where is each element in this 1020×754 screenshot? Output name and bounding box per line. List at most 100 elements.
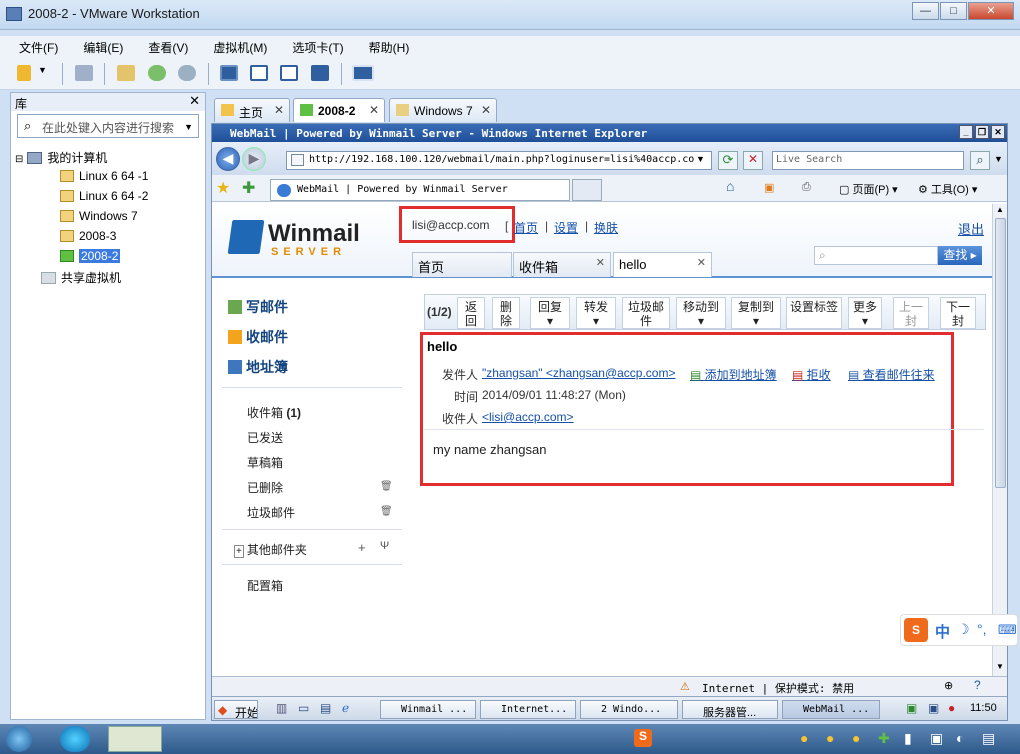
chevron-down-icon[interactable]: ▼: [38, 65, 48, 81]
ie-minimize-button[interactable]: _: [959, 125, 973, 139]
forward-button[interactable]: ▶: [242, 147, 266, 171]
thumbnail-view-icon[interactable]: [352, 65, 374, 81]
delete-button[interactable]: 删除: [492, 297, 520, 329]
folder-deleted[interactable]: 已删除: [247, 479, 283, 496]
tray-icon[interactable]: ▮: [904, 730, 912, 747]
home-link[interactable]: 首页: [514, 219, 538, 236]
forward-button[interactable]: 转发 ▾: [576, 297, 616, 329]
favorites-star-icon[interactable]: ★: [216, 178, 230, 198]
folder-inbox[interactable]: 收件箱 (1): [247, 404, 301, 421]
add-favorite-icon[interactable]: ✚: [242, 178, 255, 198]
tab-hello[interactable]: hello ✕: [613, 252, 712, 277]
expand-icon[interactable]: +: [234, 545, 244, 558]
new-tab-button[interactable]: [572, 179, 602, 201]
add-to-addressbook-link[interactable]: ▤ 添加到地址簿: [690, 366, 777, 383]
trash-icon[interactable]: 🗑: [380, 506, 393, 517]
close-icon[interactable]: ✕: [697, 256, 706, 269]
punctuation-icon[interactable]: °,: [977, 621, 987, 637]
addressbook-link[interactable]: 地址簿: [228, 357, 288, 377]
more-button[interactable]: 更多 ▾: [848, 297, 882, 329]
revert-icon[interactable]: [148, 65, 166, 81]
from-address[interactable]: "zhangsan" <zhangsan@accp.com>: [482, 366, 676, 380]
ie-quick-icon[interactable]: ℯ: [342, 701, 349, 715]
tree-vm-item[interactable]: Linux 6 64 -2: [60, 189, 148, 203]
view-thread-link[interactable]: ▤ 查看邮件往来: [848, 366, 935, 383]
close-icon[interactable]: ✕: [596, 256, 605, 269]
compose-link[interactable]: 写邮件: [228, 297, 288, 317]
menu-vm[interactable]: 虚拟机(M): [194, 36, 273, 56]
menu-tabs[interactable]: 选项卡(T): [273, 36, 349, 56]
help-icon[interactable]: ?: [974, 678, 981, 692]
host-app-icon[interactable]: [108, 726, 162, 752]
menu-help[interactable]: 帮助(H): [350, 36, 416, 56]
prev-message-button[interactable]: 上一封: [893, 297, 929, 329]
copy-to-button[interactable]: 复制到 ▾: [731, 297, 781, 329]
ie-close-button[interactable]: ✕: [991, 125, 1005, 139]
ime-toolbar[interactable]: S 中 ☽ °, ⌨: [900, 614, 1018, 646]
taskbar-internet[interactable]: Internet...: [480, 700, 576, 719]
fullscreen-icon[interactable]: [280, 65, 298, 81]
page-menu[interactable]: ▢ 页面(P) ▾: [839, 181, 898, 197]
folder-drafts[interactable]: 草稿箱: [247, 454, 283, 471]
qq-icon[interactable]: ●: [852, 730, 860, 746]
keyboard-icon[interactable]: ⌨: [998, 622, 1017, 638]
receive-link[interactable]: 收邮件: [228, 327, 288, 347]
half-width-icon[interactable]: ☽: [957, 621, 970, 638]
address-bar[interactable]: http://192.168.100.120/webmail/main.php?…: [286, 151, 712, 170]
next-message-button[interactable]: 下一封: [940, 297, 976, 329]
server-manager-quick-icon[interactable]: ▥: [276, 701, 287, 715]
qq-icon[interactable]: ●: [826, 730, 834, 746]
taskbar-winmail[interactable]: Winmail ...: [380, 700, 476, 719]
back-button[interactable]: ◀: [216, 147, 240, 171]
move-to-button[interactable]: 移动到 ▾: [676, 297, 726, 329]
back-button[interactable]: 返回: [457, 297, 485, 329]
ie-page-tab[interactable]: WebMail | Powered by Winmail Server: [270, 179, 570, 201]
menu-file[interactable]: 文件(F): [0, 36, 64, 56]
stop-icon[interactable]: ✕: [743, 151, 763, 170]
tree-vm-item[interactable]: Windows 7: [60, 209, 138, 223]
taskbar-server-manager[interactable]: 服务器管...: [682, 700, 778, 719]
menu-edit[interactable]: 编辑(E): [64, 36, 129, 56]
close-icon[interactable]: ✕: [274, 103, 284, 117]
spam-button[interactable]: 垃圾邮件: [622, 297, 670, 329]
ie-restore-button[interactable]: ❐: [975, 125, 989, 139]
scroll-down-icon[interactable]: ▼: [996, 662, 1004, 671]
chevron-down-icon[interactable]: ▼: [994, 154, 1003, 164]
search-icon[interactable]: ⌕: [970, 151, 990, 170]
trash-icon[interactable]: 🗑: [380, 481, 393, 492]
tree-vm-item-selected[interactable]: 2008-2: [60, 249, 121, 263]
skin-link[interactable]: 换肤: [594, 219, 618, 236]
close-icon[interactable]: ✕: [481, 103, 491, 117]
tray-icon[interactable]: ✚: [878, 730, 890, 747]
tray-icon[interactable]: ▤: [982, 730, 995, 747]
reject-link[interactable]: ▤ 拒收: [792, 366, 831, 383]
sogou-tray-icon[interactable]: S: [634, 729, 652, 747]
settings-link[interactable]: 设置: [554, 219, 578, 236]
feeds-icon[interactable]: ▣: [764, 181, 774, 194]
tray-alert-icon[interactable]: ●: [948, 701, 955, 715]
manage-folder-icon[interactable]: Ψ: [380, 540, 389, 552]
tab-inbox[interactable]: 收件箱 ✕: [513, 252, 611, 277]
tools-menu[interactable]: ⚙ 工具(O) ▾: [918, 181, 977, 197]
host-start-orb-icon[interactable]: [6, 726, 32, 752]
chevron-down-icon[interactable]: ▼: [184, 122, 193, 132]
zoom-icon[interactable]: ⊕: [944, 679, 953, 692]
tray-display-icon[interactable]: ▣: [928, 701, 939, 715]
folder-spam[interactable]: 垃圾邮件: [247, 504, 295, 521]
menu-view[interactable]: 查看(V): [129, 36, 194, 56]
volume-icon[interactable]: ◐: [956, 730, 964, 746]
explorer-quick-icon[interactable]: ▤: [320, 701, 331, 715]
set-label-button[interactable]: 设置标签: [786, 297, 842, 329]
taskbar-windows-group[interactable]: 2 Windo...: [580, 700, 678, 719]
close-button[interactable]: ✕: [968, 2, 1014, 20]
add-folder-icon[interactable]: +: [358, 540, 366, 555]
minimize-button[interactable]: —: [912, 2, 939, 20]
tray-network-icon[interactable]: ▣: [906, 701, 917, 715]
tab-2008-2[interactable]: 2008-2 ✕: [293, 98, 385, 122]
refresh-icon[interactable]: ⟳: [718, 151, 738, 170]
reply-button[interactable]: 回复 ▾: [530, 297, 570, 329]
logout-link[interactable]: 退出: [958, 219, 984, 238]
scrollbar-thumb[interactable]: [995, 218, 1006, 488]
scroll-up-icon[interactable]: ▲: [996, 205, 1004, 214]
tab-windows-7[interactable]: Windows 7 ✕: [389, 98, 497, 122]
